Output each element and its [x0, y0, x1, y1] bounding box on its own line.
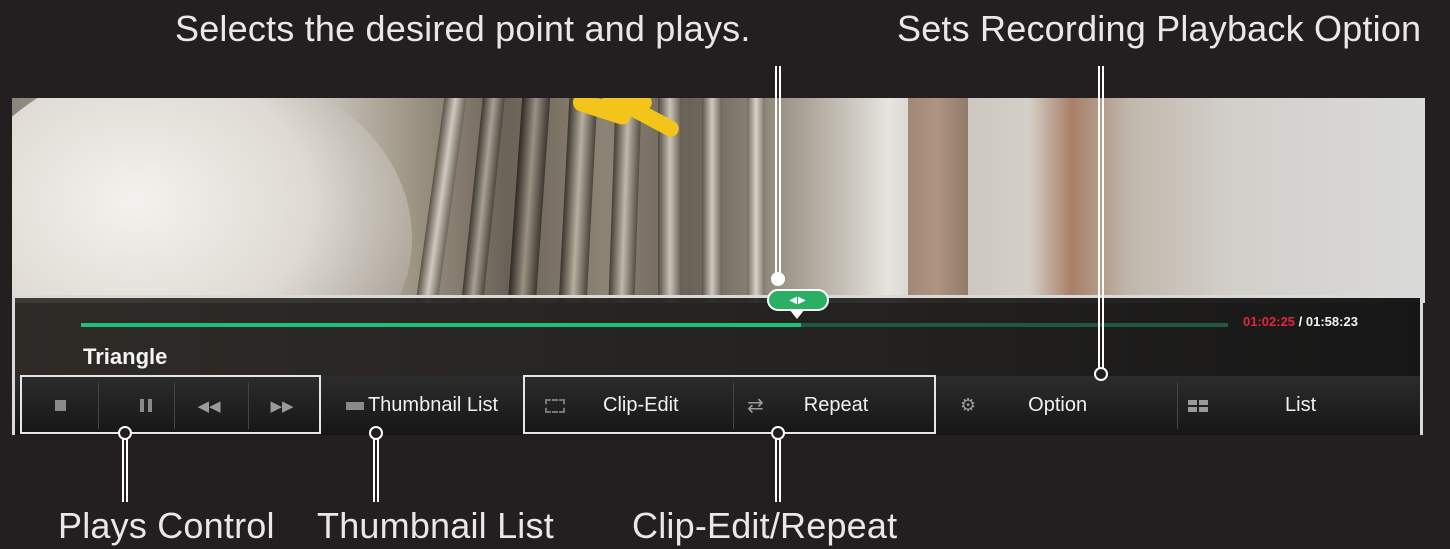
clip-edit-repeat-callout: Clip-Edit/Repeat: [632, 505, 898, 546]
plays-control-connector-line: [122, 438, 128, 502]
clip-edit-repeat-connector-dot: [771, 426, 785, 440]
option-callout: Sets Recording Playback Option: [897, 8, 1422, 49]
video-bar: [461, 98, 505, 303]
thumbnail-list-callout: Thumbnail List: [317, 505, 554, 546]
content-title: Triangle: [83, 344, 168, 369]
thumbnail-list-icon: [345, 401, 364, 410]
time-separator: /: [1295, 314, 1306, 329]
list-label: List: [1285, 394, 1317, 416]
option-button[interactable]: ⚙ Option: [950, 376, 1180, 435]
video-bar: [415, 98, 467, 303]
thumbnail-list-connector-line: [373, 438, 379, 502]
option-connector-dot: [1094, 367, 1108, 381]
seek-arrows-icon: ◀▶: [789, 294, 807, 306]
plays-control-connector-dot: [118, 426, 132, 440]
grid-icon: [1188, 399, 1208, 412]
seek-callout: Selects the desired point and plays.: [175, 8, 751, 49]
gear-icon: ⚙: [960, 395, 977, 415]
video-frame: [12, 98, 1425, 303]
video-bar: [908, 98, 968, 303]
video-bar: [747, 98, 765, 303]
option-connector-line: [1098, 66, 1104, 368]
seek-connector-dot: [771, 272, 785, 286]
seek-pointer-icon: [789, 309, 805, 319]
video-bar: [558, 98, 598, 303]
clip-edit-repeat-frame: [523, 375, 936, 434]
video-bar: [608, 98, 642, 303]
thumbnail-list-connector-dot: [369, 426, 383, 440]
thumbnail-list-button[interactable]: Thumbnail List: [333, 376, 511, 435]
panel-info-area: [15, 298, 1420, 376]
toolbar-divider: [1177, 382, 1178, 429]
total-time: 01:58:23: [1305, 314, 1358, 329]
plays-control-frame: [20, 375, 321, 434]
time-display: 01:02:25 / 01:58:23: [1243, 314, 1358, 329]
current-time: 01:02:25: [1243, 314, 1296, 329]
video-bar: [507, 98, 551, 303]
clip-edit-repeat-connector-line: [775, 438, 781, 502]
seek-connector-line: [775, 66, 781, 276]
seek-bar[interactable]: [81, 323, 1228, 327]
list-button[interactable]: List: [1180, 376, 1420, 435]
video-bar: [702, 98, 722, 303]
plays-control-callout: Plays Control: [58, 505, 275, 546]
video-pipe-shape: [12, 98, 412, 303]
seek-handle[interactable]: ◀▶: [767, 289, 829, 311]
seek-progress: [81, 323, 802, 327]
thumbnail-list-label: Thumbnail List: [367, 394, 499, 416]
option-label: Option: [1028, 394, 1088, 416]
